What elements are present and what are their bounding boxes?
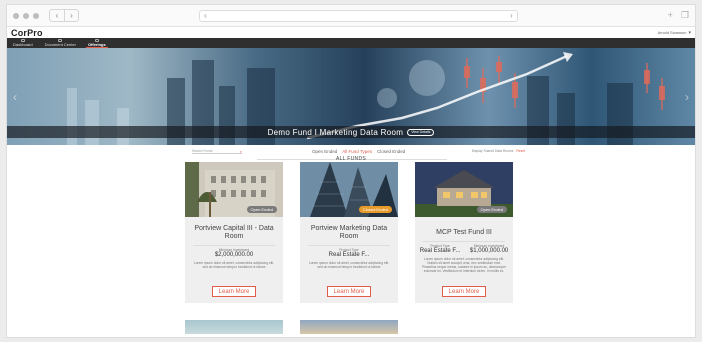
browser-tools: + ❐ xyxy=(668,10,689,21)
tab-all-fund-types[interactable]: All Fund Types xyxy=(342,149,372,154)
nav-offerings[interactable]: Offerings xyxy=(85,38,108,49)
fund-image: Open Ended xyxy=(415,162,513,217)
window-controls xyxy=(13,12,39,19)
nav-document-center[interactable]: Document Center xyxy=(43,38,78,49)
meta-value: $1,000,000.00 xyxy=(469,247,509,254)
main-nav: Dashboard Document Center Offerings xyxy=(7,38,695,48)
hero-title: Demo Fund I Marketing Data Room xyxy=(267,127,404,137)
browser-toolbar: ‹ › ‹ › + ❐ xyxy=(7,5,695,27)
nav-document-center-label: Document Center xyxy=(44,42,76,47)
display-shared-toggle[interactable]: Display Shared Data Rooms xyxy=(472,149,514,153)
nav-offerings-label: Offerings xyxy=(87,42,106,47)
learn-more-button[interactable]: Learn More xyxy=(442,286,486,297)
new-tab-icon[interactable]: + xyxy=(668,10,673,21)
fund-type-tabs: Open Ended All Fund Types Closed Ended xyxy=(312,149,405,154)
chevron-down-icon: ▾ xyxy=(688,29,691,36)
fund-filters: Search Funds ⌕ Open Ended All Fund Types… xyxy=(7,145,695,162)
hero-title-band: Demo Fund I Marketing Data Room View Det… xyxy=(7,126,695,138)
fund-image: Open Ended xyxy=(185,162,283,217)
fund-meta: Product Type Real Estate F... xyxy=(300,248,398,258)
close-window-dot[interactable] xyxy=(13,12,19,19)
fund-card[interactable]: Open Ended Portview Capital III - Data R… xyxy=(185,162,283,303)
fund-title: MCP Test Fund III xyxy=(436,229,492,236)
card-divider xyxy=(423,241,505,242)
history-buttons: ‹ › xyxy=(49,9,79,22)
forward-arrow-icon[interactable]: › xyxy=(64,10,78,21)
back-arrow-icon[interactable]: ‹ xyxy=(50,10,64,21)
search-icon[interactable]: ⌕ xyxy=(240,149,242,154)
fund-card[interactable]: Closed Ended Portview Marketing Data Roo… xyxy=(300,162,398,303)
fund-meta: Minimum Investment $2,000,000.00 xyxy=(185,248,283,258)
fund-card[interactable]: Open Ended MCP Test Fund III Product Typ… xyxy=(415,162,513,303)
search-placeholder: Search Funds xyxy=(192,149,213,153)
address-bar[interactable]: ‹ › xyxy=(199,9,518,22)
tab-closed-ended[interactable]: Closed Ended xyxy=(377,149,405,154)
fund-cards: Open Ended Portview Capital III - Data R… xyxy=(185,162,513,303)
fund-description: Lorem ipsum dolor sit amet, consectetur … xyxy=(193,260,275,269)
chevron-right-icon[interactable]: › xyxy=(510,11,513,20)
card-divider xyxy=(193,245,275,246)
fund-description: Lorem ipsum dolor sit amet, consectetur … xyxy=(308,260,390,269)
fund-title: Portview Marketing Data Room xyxy=(310,225,388,240)
chevron-left-icon[interactable]: ‹ xyxy=(204,11,207,20)
fund-image: Closed Ended xyxy=(300,162,398,217)
hero-prev-arrow[interactable]: ‹ xyxy=(13,90,17,104)
fund-title: Portview Capital III - Data Room xyxy=(194,225,274,240)
app-header: CorPro Amold Swanson ▾ xyxy=(7,27,695,38)
display-options: Display Shared Data Rooms Reset xyxy=(472,149,525,153)
card-divider xyxy=(308,245,390,246)
minimize-window-dot[interactable] xyxy=(23,12,29,19)
nav-dashboard-label: Dashboard xyxy=(13,42,33,47)
nav-dashboard[interactable]: Dashboard xyxy=(11,38,35,49)
search-funds-field[interactable]: Search Funds ⌕ xyxy=(192,149,242,154)
learn-more-button[interactable]: Learn More xyxy=(212,286,256,297)
more-fund-cards xyxy=(185,320,398,334)
tabs-icon[interactable]: ❐ xyxy=(681,10,689,21)
status-badge: Closed Ended xyxy=(358,206,392,213)
meta-value: Real Estate F... xyxy=(419,247,461,254)
meta-label: Minimum Investment xyxy=(473,243,505,248)
fund-card-thumbnail[interactable] xyxy=(300,320,398,334)
meta-product-type: Product Type Real Estate F... xyxy=(420,244,461,254)
status-badge: Open Ended xyxy=(476,206,507,213)
hero-next-arrow[interactable]: › xyxy=(685,90,689,104)
learn-more-button[interactable]: Learn More xyxy=(327,286,371,297)
fund-description: Lorem ipsum dolor sit amet, consectetur … xyxy=(421,256,507,274)
maximize-window-dot[interactable] xyxy=(33,12,39,19)
hero-banner: ‹ › Demo Fund I Marketing Data Room View… xyxy=(7,48,695,145)
fund-card-thumbnail[interactable] xyxy=(185,320,283,334)
fund-meta: Product Type Real Estate F... Minimum In… xyxy=(415,244,513,254)
status-badge: Open Ended xyxy=(246,206,277,213)
reset-link[interactable]: Reset xyxy=(516,149,525,153)
corpro-logo[interactable]: CorPro xyxy=(11,28,43,38)
user-name: Amold Swanson xyxy=(657,30,687,35)
user-menu[interactable]: Amold Swanson ▾ xyxy=(658,30,691,36)
meta-minimum-investment: Minimum Investment $1,000,000.00 xyxy=(470,244,508,254)
view-details-button[interactable]: View Details xyxy=(407,128,435,136)
tab-open-ended[interactable]: Open Ended xyxy=(312,149,337,154)
